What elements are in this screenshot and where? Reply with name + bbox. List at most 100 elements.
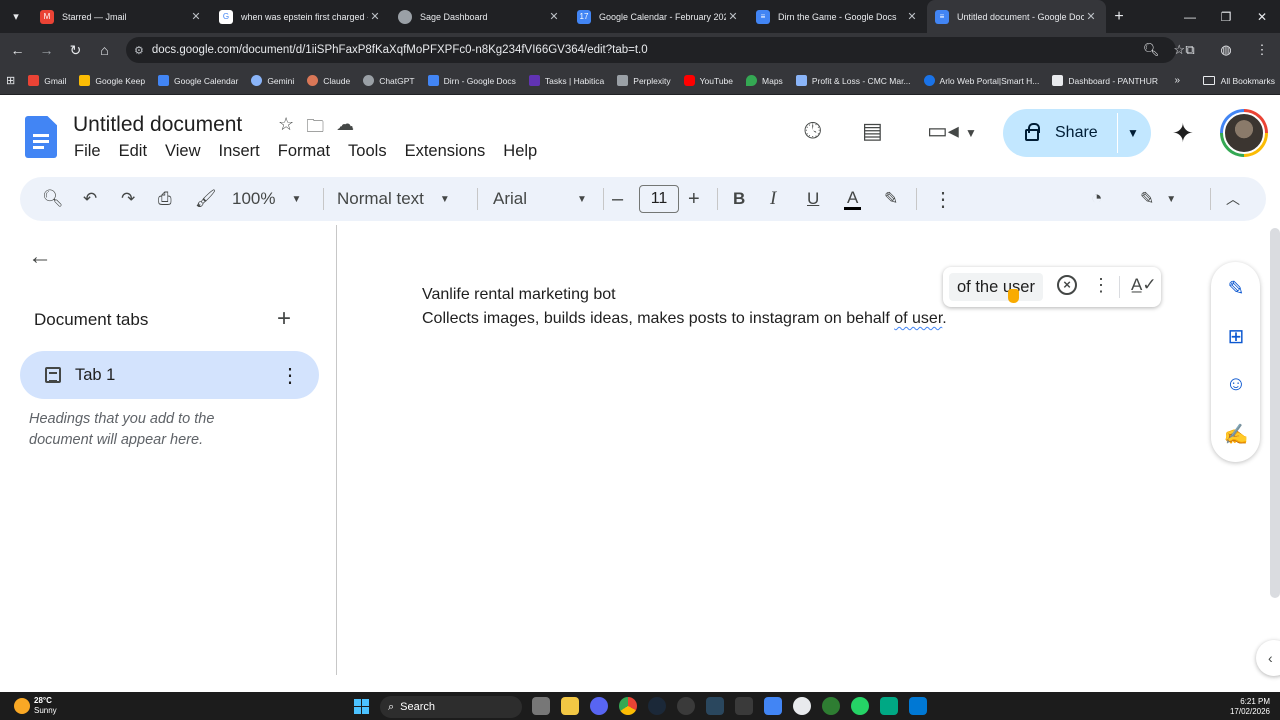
accept-suggestion-button[interactable]: of the user [949,273,1043,301]
app-icon[interactable] [793,697,811,715]
menu-tools[interactable]: Tools [348,142,387,161]
text-color-icon[interactable]: A [844,177,862,221]
extensions-icon[interactable]: ⧉ [1172,42,1208,58]
decrease-font-icon[interactable]: – [612,177,623,221]
voice-typing-icon[interactable]: ◔ [1091,177,1102,221]
restore-icon[interactable]: ❐ [1208,0,1244,33]
tab-search-menu[interactable]: ▾ [0,0,32,33]
meet-dropdown-icon[interactable]: ▼ [965,126,977,140]
cloud-saved-icon[interactable]: ☁ [336,114,354,144]
home-icon[interactable]: ⌂ [90,42,119,58]
terminal-icon[interactable] [735,697,753,715]
more-options-icon[interactable]: ⋮ [933,177,953,221]
bookmark-calendar[interactable]: Google Calendar [158,75,238,86]
zoom-select[interactable]: 100% ▼ [232,177,301,221]
discord-icon[interactable] [590,697,608,715]
menu-view[interactable]: View [165,142,200,161]
font-select[interactable]: Arial ▼ [493,177,587,221]
version-history-icon[interactable]: 🕓︎ [804,118,821,144]
style-select[interactable]: Normal text ▼ [337,177,450,221]
chrome-icon[interactable] [619,697,637,715]
doc-line-1[interactable]: Vanlife rental marketing bot [422,286,616,304]
document-title[interactable]: Untitled document [73,113,242,137]
bookmark-youtube[interactable]: YouTube [683,75,733,86]
bookmark-gmail[interactable]: Gmail [28,75,66,86]
suggestion-more-icon[interactable]: ⋮ [1092,275,1110,296]
tab-options-icon[interactable]: ⋮ [280,363,300,388]
chrome-menu-icon[interactable]: ⋮ [1244,42,1280,58]
zoom-icon[interactable]: 🔍︎ [1143,42,1160,58]
new-tab-button[interactable]: + [1106,0,1132,33]
all-bookmarks-button[interactable]: All Bookmarks [1202,76,1275,86]
windows-start-icon[interactable] [354,699,369,714]
whatsapp-icon[interactable] [851,697,869,715]
bookmark-profit-loss[interactable]: Profit & Loss - CMC Mar... [795,75,911,86]
share-button[interactable]: Share ▼ [1003,109,1151,157]
comments-icon[interactable]: ▤ [862,118,883,144]
browser-tab-4[interactable]: ≡ Dirn the Game - Google Docs ✕ [748,0,927,33]
forward-icon[interactable]: → [32,42,61,58]
browser-tab-0[interactable]: M Starred — Jmail ✕ [32,0,211,33]
reload-icon[interactable]: ↻ [61,42,90,59]
menu-extensions[interactable]: Extensions [405,142,486,161]
bookmark-keep[interactable]: Google Keep [79,75,145,86]
gemini-sparkle-icon[interactable]: ✦ [1172,118,1194,149]
weather-widget[interactable]: 28°C Sunny [14,696,57,716]
share-dropdown-icon[interactable]: ▼ [1127,126,1139,140]
suggest-edits-icon[interactable]: ✍ [1223,422,1249,448]
add-tab-icon[interactable]: + [277,305,291,333]
apps-grid-icon[interactable]: ⊞ [6,74,15,87]
bookmark-perplexity[interactable]: Perplexity [617,75,671,86]
close-tab-icon[interactable]: ✕ [726,10,740,23]
sidebar-tab-1[interactable]: Tab 1 ⋮ [20,351,319,399]
more-bookmarks-icon[interactable]: » [1174,75,1180,86]
close-window-icon[interactable]: ✕ [1244,0,1280,33]
bookmark-gemini[interactable]: Gemini [251,75,294,86]
bookmark-dirn-docs[interactable]: Dirn - Google Docs [427,75,516,86]
search-menus-icon[interactable]: 🔍︎ [42,177,64,221]
grammar-flagged-text[interactable]: of user [894,310,942,327]
move-folder-icon[interactable]: 🗀 [306,114,324,144]
star-icon[interactable]: ☆ [278,114,294,144]
account-avatar[interactable] [1220,109,1268,157]
close-tab-icon[interactable]: ✕ [368,10,382,23]
file-explorer-icon[interactable] [561,697,579,715]
increase-font-icon[interactable]: + [688,177,700,221]
italic-icon[interactable]: I [770,177,776,221]
taskbar-clock[interactable]: 6:21 PM 17/02/2026 [1230,697,1270,717]
menu-insert[interactable]: Insert [219,142,260,161]
underline-icon[interactable]: U [807,177,819,221]
url-field[interactable]: ⚙ docs.google.com/document/d/1iiSPhFaxP8… [126,37,1176,63]
dismiss-suggestion-icon[interactable]: × [1057,275,1077,295]
bookmark-habitica[interactable]: Tasks | Habitica [528,75,604,86]
menu-format[interactable]: Format [278,142,330,161]
add-emoji-icon[interactable]: ☺ [1223,373,1249,399]
bookmark-panthur[interactable]: Dashboard - PANTHUR [1052,75,1158,86]
messenger-icon[interactable] [677,697,695,715]
add-comment-icon[interactable]: ⊞ [1223,324,1249,350]
taskbar-search[interactable]: ⌕ Search [380,696,522,718]
close-tab-icon[interactable]: ✕ [905,10,919,23]
xbox-icon[interactable] [822,697,840,715]
collapse-menus-icon[interactable]: ︿ [1226,177,1240,221]
bookmark-maps[interactable]: Maps [746,75,783,86]
bookmark-claude[interactable]: Claude [307,75,350,86]
task-view-icon[interactable] [532,697,550,715]
browser-tab-5-active[interactable]: ≡ Untitled document - Google Docs ✕ [927,0,1106,33]
close-tab-icon[interactable]: ✕ [547,10,561,23]
redo-icon[interactable]: ↷ [121,177,135,221]
browser-tab-3[interactable]: 17 Google Calendar - February 2026 ✕ [569,0,748,33]
highlight-icon[interactable]: ✎ [884,177,898,221]
undo-icon[interactable]: ↶ [83,177,97,221]
ai-write-icon[interactable]: ✎ [1223,276,1249,302]
paint-icon[interactable] [909,697,927,715]
site-info-icon[interactable]: ⚙ [134,44,144,57]
browser-tab-2[interactable]: Sage Dashboard ✕ [390,0,569,33]
back-icon[interactable]: ← [3,42,32,58]
collapse-side-panel-icon[interactable]: ‹ [1256,640,1280,676]
phone-link-icon[interactable] [880,697,898,715]
menu-file[interactable]: File [74,142,101,161]
menu-help[interactable]: Help [503,142,537,161]
steam-alt-icon[interactable] [706,697,724,715]
profile-icon[interactable]: ◍ [1208,42,1244,58]
